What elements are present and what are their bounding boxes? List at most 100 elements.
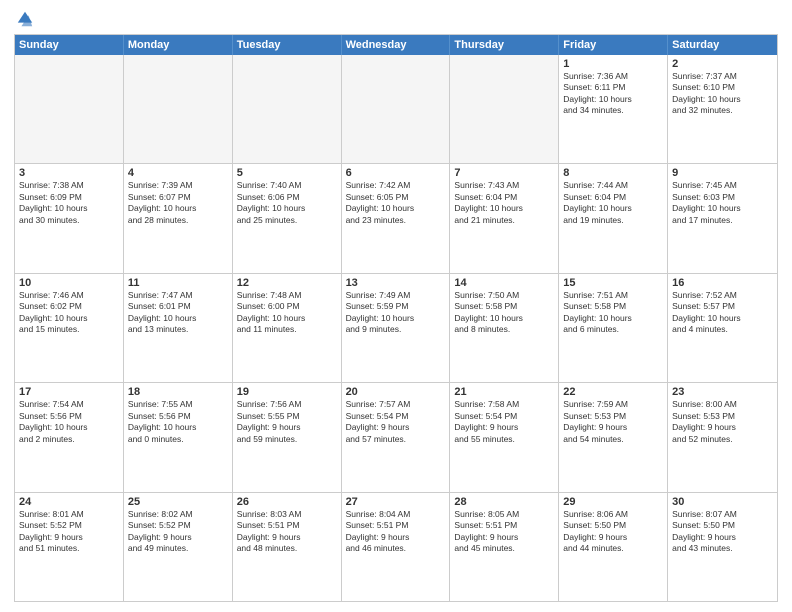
day-info: Sunrise: 7:45 AM Sunset: 6:03 PM Dayligh… bbox=[672, 180, 773, 226]
day-number: 12 bbox=[237, 277, 337, 289]
day-number: 24 bbox=[19, 496, 119, 508]
day-number: 5 bbox=[237, 167, 337, 179]
day-number: 22 bbox=[563, 386, 663, 398]
day-info: Sunrise: 7:55 AM Sunset: 5:56 PM Dayligh… bbox=[128, 399, 228, 445]
day-number: 3 bbox=[19, 167, 119, 179]
calendar-cell-0-0 bbox=[15, 55, 124, 163]
day-number: 14 bbox=[454, 277, 554, 289]
day-info: Sunrise: 7:36 AM Sunset: 6:11 PM Dayligh… bbox=[563, 71, 663, 117]
day-number: 27 bbox=[346, 496, 446, 508]
day-number: 19 bbox=[237, 386, 337, 398]
calendar-cell-1-0: 3Sunrise: 7:38 AM Sunset: 6:09 PM Daylig… bbox=[15, 164, 124, 272]
calendar-row-4: 24Sunrise: 8:01 AM Sunset: 5:52 PM Dayli… bbox=[15, 493, 777, 601]
day-info: Sunrise: 7:50 AM Sunset: 5:58 PM Dayligh… bbox=[454, 290, 554, 336]
calendar-cell-2-0: 10Sunrise: 7:46 AM Sunset: 6:02 PM Dayli… bbox=[15, 274, 124, 382]
calendar-cell-4-0: 24Sunrise: 8:01 AM Sunset: 5:52 PM Dayli… bbox=[15, 493, 124, 601]
calendar-cell-0-4 bbox=[450, 55, 559, 163]
calendar-cell-0-1 bbox=[124, 55, 233, 163]
calendar-cell-3-2: 19Sunrise: 7:56 AM Sunset: 5:55 PM Dayli… bbox=[233, 383, 342, 491]
day-info: Sunrise: 7:58 AM Sunset: 5:54 PM Dayligh… bbox=[454, 399, 554, 445]
logo bbox=[14, 10, 34, 28]
day-number: 8 bbox=[563, 167, 663, 179]
header-cell-friday: Friday bbox=[559, 35, 668, 55]
calendar-cell-2-6: 16Sunrise: 7:52 AM Sunset: 5:57 PM Dayli… bbox=[668, 274, 777, 382]
calendar-cell-1-5: 8Sunrise: 7:44 AM Sunset: 6:04 PM Daylig… bbox=[559, 164, 668, 272]
calendar-cell-1-1: 4Sunrise: 7:39 AM Sunset: 6:07 PM Daylig… bbox=[124, 164, 233, 272]
calendar-cell-1-4: 7Sunrise: 7:43 AM Sunset: 6:04 PM Daylig… bbox=[450, 164, 559, 272]
day-number: 30 bbox=[672, 496, 773, 508]
day-number: 15 bbox=[563, 277, 663, 289]
day-number: 2 bbox=[672, 58, 773, 70]
day-info: Sunrise: 8:03 AM Sunset: 5:51 PM Dayligh… bbox=[237, 509, 337, 555]
day-number: 7 bbox=[454, 167, 554, 179]
day-info: Sunrise: 7:57 AM Sunset: 5:54 PM Dayligh… bbox=[346, 399, 446, 445]
page: SundayMondayTuesdayWednesdayThursdayFrid… bbox=[0, 0, 792, 612]
day-number: 16 bbox=[672, 277, 773, 289]
header-cell-thursday: Thursday bbox=[450, 35, 559, 55]
calendar-cell-3-6: 23Sunrise: 8:00 AM Sunset: 5:53 PM Dayli… bbox=[668, 383, 777, 491]
day-number: 20 bbox=[346, 386, 446, 398]
header bbox=[14, 10, 778, 28]
calendar-cell-3-5: 22Sunrise: 7:59 AM Sunset: 5:53 PM Dayli… bbox=[559, 383, 668, 491]
logo-icon bbox=[16, 10, 34, 28]
calendar-cell-2-4: 14Sunrise: 7:50 AM Sunset: 5:58 PM Dayli… bbox=[450, 274, 559, 382]
day-number: 6 bbox=[346, 167, 446, 179]
header-cell-monday: Monday bbox=[124, 35, 233, 55]
calendar-cell-3-0: 17Sunrise: 7:54 AM Sunset: 5:56 PM Dayli… bbox=[15, 383, 124, 491]
day-info: Sunrise: 7:46 AM Sunset: 6:02 PM Dayligh… bbox=[19, 290, 119, 336]
day-number: 26 bbox=[237, 496, 337, 508]
calendar: SundayMondayTuesdayWednesdayThursdayFrid… bbox=[14, 34, 778, 602]
day-info: Sunrise: 8:06 AM Sunset: 5:50 PM Dayligh… bbox=[563, 509, 663, 555]
day-info: Sunrise: 8:02 AM Sunset: 5:52 PM Dayligh… bbox=[128, 509, 228, 555]
calendar-cell-0-6: 2Sunrise: 7:37 AM Sunset: 6:10 PM Daylig… bbox=[668, 55, 777, 163]
day-info: Sunrise: 7:56 AM Sunset: 5:55 PM Dayligh… bbox=[237, 399, 337, 445]
calendar-header: SundayMondayTuesdayWednesdayThursdayFrid… bbox=[15, 35, 777, 55]
calendar-cell-2-5: 15Sunrise: 7:51 AM Sunset: 5:58 PM Dayli… bbox=[559, 274, 668, 382]
day-number: 4 bbox=[128, 167, 228, 179]
calendar-cell-3-3: 20Sunrise: 7:57 AM Sunset: 5:54 PM Dayli… bbox=[342, 383, 451, 491]
calendar-cell-2-3: 13Sunrise: 7:49 AM Sunset: 5:59 PM Dayli… bbox=[342, 274, 451, 382]
calendar-body: 1Sunrise: 7:36 AM Sunset: 6:11 PM Daylig… bbox=[15, 55, 777, 601]
header-cell-saturday: Saturday bbox=[668, 35, 777, 55]
header-cell-tuesday: Tuesday bbox=[233, 35, 342, 55]
calendar-cell-1-2: 5Sunrise: 7:40 AM Sunset: 6:06 PM Daylig… bbox=[233, 164, 342, 272]
day-info: Sunrise: 7:47 AM Sunset: 6:01 PM Dayligh… bbox=[128, 290, 228, 336]
header-cell-sunday: Sunday bbox=[15, 35, 124, 55]
calendar-cell-2-2: 12Sunrise: 7:48 AM Sunset: 6:00 PM Dayli… bbox=[233, 274, 342, 382]
day-number: 13 bbox=[346, 277, 446, 289]
calendar-cell-4-4: 28Sunrise: 8:05 AM Sunset: 5:51 PM Dayli… bbox=[450, 493, 559, 601]
calendar-cell-0-2 bbox=[233, 55, 342, 163]
calendar-cell-4-1: 25Sunrise: 8:02 AM Sunset: 5:52 PM Dayli… bbox=[124, 493, 233, 601]
calendar-row-1: 3Sunrise: 7:38 AM Sunset: 6:09 PM Daylig… bbox=[15, 164, 777, 273]
day-info: Sunrise: 7:48 AM Sunset: 6:00 PM Dayligh… bbox=[237, 290, 337, 336]
day-number: 21 bbox=[454, 386, 554, 398]
day-info: Sunrise: 7:44 AM Sunset: 6:04 PM Dayligh… bbox=[563, 180, 663, 226]
day-info: Sunrise: 8:04 AM Sunset: 5:51 PM Dayligh… bbox=[346, 509, 446, 555]
day-info: Sunrise: 7:59 AM Sunset: 5:53 PM Dayligh… bbox=[563, 399, 663, 445]
calendar-cell-4-5: 29Sunrise: 8:06 AM Sunset: 5:50 PM Dayli… bbox=[559, 493, 668, 601]
day-number: 18 bbox=[128, 386, 228, 398]
day-info: Sunrise: 7:38 AM Sunset: 6:09 PM Dayligh… bbox=[19, 180, 119, 226]
day-number: 28 bbox=[454, 496, 554, 508]
day-number: 11 bbox=[128, 277, 228, 289]
day-info: Sunrise: 7:40 AM Sunset: 6:06 PM Dayligh… bbox=[237, 180, 337, 226]
calendar-cell-4-3: 27Sunrise: 8:04 AM Sunset: 5:51 PM Dayli… bbox=[342, 493, 451, 601]
calendar-row-3: 17Sunrise: 7:54 AM Sunset: 5:56 PM Dayli… bbox=[15, 383, 777, 492]
day-info: Sunrise: 8:05 AM Sunset: 5:51 PM Dayligh… bbox=[454, 509, 554, 555]
day-number: 9 bbox=[672, 167, 773, 179]
day-info: Sunrise: 8:01 AM Sunset: 5:52 PM Dayligh… bbox=[19, 509, 119, 555]
day-info: Sunrise: 7:39 AM Sunset: 6:07 PM Dayligh… bbox=[128, 180, 228, 226]
calendar-cell-3-4: 21Sunrise: 7:58 AM Sunset: 5:54 PM Dayli… bbox=[450, 383, 559, 491]
calendar-cell-1-6: 9Sunrise: 7:45 AM Sunset: 6:03 PM Daylig… bbox=[668, 164, 777, 272]
day-number: 23 bbox=[672, 386, 773, 398]
calendar-cell-3-1: 18Sunrise: 7:55 AM Sunset: 5:56 PM Dayli… bbox=[124, 383, 233, 491]
day-info: Sunrise: 7:52 AM Sunset: 5:57 PM Dayligh… bbox=[672, 290, 773, 336]
calendar-row-0: 1Sunrise: 7:36 AM Sunset: 6:11 PM Daylig… bbox=[15, 55, 777, 164]
day-info: Sunrise: 7:51 AM Sunset: 5:58 PM Dayligh… bbox=[563, 290, 663, 336]
day-info: Sunrise: 7:54 AM Sunset: 5:56 PM Dayligh… bbox=[19, 399, 119, 445]
day-info: Sunrise: 8:00 AM Sunset: 5:53 PM Dayligh… bbox=[672, 399, 773, 445]
day-number: 25 bbox=[128, 496, 228, 508]
day-info: Sunrise: 7:42 AM Sunset: 6:05 PM Dayligh… bbox=[346, 180, 446, 226]
day-info: Sunrise: 8:07 AM Sunset: 5:50 PM Dayligh… bbox=[672, 509, 773, 555]
day-number: 17 bbox=[19, 386, 119, 398]
